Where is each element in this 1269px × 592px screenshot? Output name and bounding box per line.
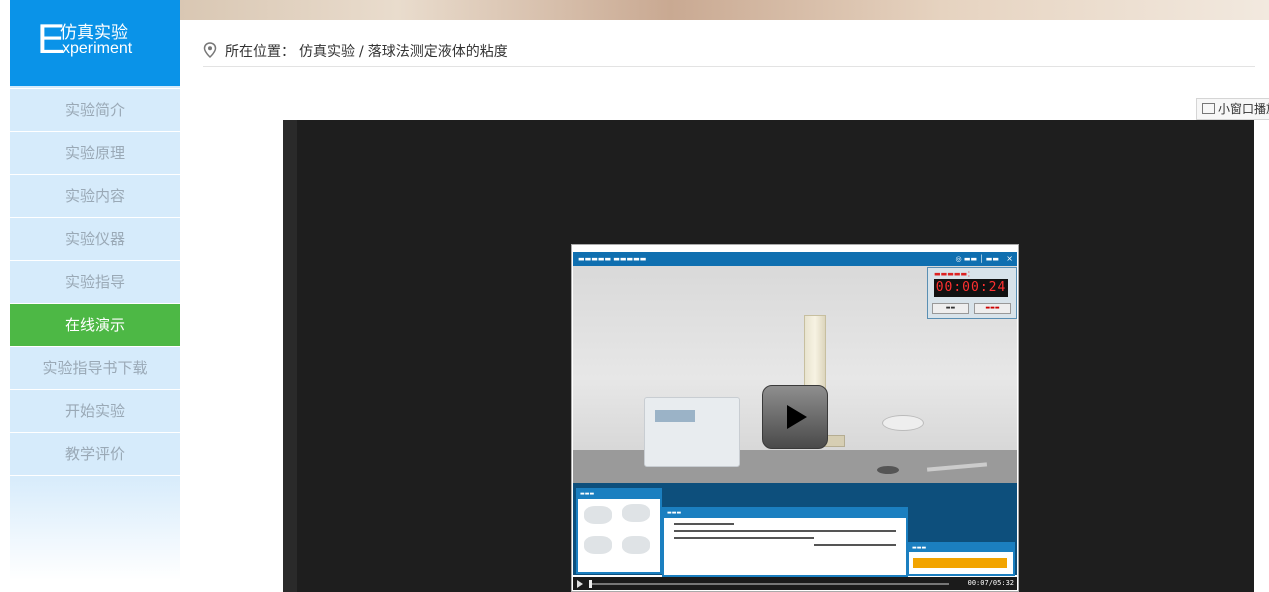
logo-title-en: xperiment [62,40,133,57]
breadcrumb-section-link[interactable]: 仿真实验 [299,44,355,60]
video-progress-track[interactable] [589,583,949,585]
prompt-text-line [814,544,896,546]
video-controls[interactable]: 00:07/05:32 [573,577,1017,590]
breadcrumb-text: 所在位置： 仿真实验 / 落球法测定液体的粘度 [225,41,512,61]
step-panel-header: ▬▬▬ [909,544,1013,552]
logo: E 仿真实验 xperiment [10,0,180,86]
sidebar-item-evaluation[interactable]: 教学评价 [10,433,180,476]
video-sim-equipment-panel: ▬▬▬ [576,488,662,574]
controller-screen [655,410,695,422]
sidebar-item-online-demo[interactable]: 在线演示 [10,304,180,347]
video-sim-prompt-panel: ▬▬▬ [662,507,908,577]
video-sim-timer: 00:00:24 [934,279,1008,297]
equipment-thumb [622,504,650,522]
video-sim-close-icon: × [1006,254,1013,263]
timer-right-button: ▬▬▬ [974,303,1011,314]
equipment-thumb [584,506,612,524]
video-progress-knob[interactable] [589,580,592,588]
equipment-panel-header: ▬▬▬ [578,490,660,499]
header-banner-image [180,0,1269,20]
sidebar-item-guide-download[interactable]: 实验指导书下载 [10,347,180,390]
video-sim-titlebar: ▬▬▬▬▬ ▬▬▬▬▬ ◎ ▬▬ │ ▬▬ × [573,252,1017,266]
video-sim-step-panel: ▬▬▬ [907,542,1015,576]
breadcrumb-separator: / [359,44,364,60]
player-left-edge [283,120,297,592]
step-panel-action-bar [913,558,1007,568]
video-play-button[interactable] [762,385,828,449]
mini-window-icon [1202,103,1215,114]
timer-label-graphic: ▬▬▬▬▬： [934,270,975,278]
sidebar-item-content[interactable]: 实验内容 [10,175,180,218]
prompt-panel-header: ▬▬▬ [664,509,906,518]
prompt-text-line [674,537,814,539]
sidebar: E 仿真实验 xperiment 实验简介 实验原理 实验内容 实验仪器 实验指… [10,0,180,592]
video-sim-title: ▬▬▬▬▬ ▬▬▬▬▬ [578,255,647,263]
video-instrument-dish [882,415,924,431]
video-elapsed: 00:07 [967,579,989,587]
video-player[interactable]: ▬▬▬▬▬ ▬▬▬▬▬ ◎ ▬▬ │ ▬▬ × ▬▬▬▬▬： 00:00:24 … [283,120,1254,592]
video-control-play-icon[interactable] [577,580,583,588]
sidebar-item-start-experiment[interactable]: 开始实验 [10,390,180,433]
sidebar-item-guide[interactable]: 实验指导 [10,261,180,304]
play-icon [787,405,807,429]
video-frame[interactable]: ▬▬▬▬▬ ▬▬▬▬▬ ◎ ▬▬ │ ▬▬ × ▬▬▬▬▬： 00:00:24 … [571,244,1019,592]
prompt-text-line [674,530,896,532]
timer-left-button: ▬▬ [932,303,969,314]
prompt-text-line [674,523,734,525]
location-pin-icon [203,42,217,58]
sidebar-item-intro[interactable]: 实验简介 [10,89,180,132]
sidebar-item-instruments[interactable]: 实验仪器 [10,218,180,261]
equipment-thumb [622,536,650,554]
video-sim-help-icon: ◎ ▬▬ │ ▬▬ [955,255,999,263]
sidebar-nav: 实验简介 实验原理 实验内容 实验仪器 实验指导 在线演示 实验指导书下载 开始… [10,88,180,476]
equipment-thumb [584,536,612,554]
breadcrumb: 所在位置： 仿真实验 / 落球法测定液体的粘度 [203,38,1255,67]
sidebar-item-principle[interactable]: 实验原理 [10,132,180,175]
mini-window-play-button[interactable]: 小窗口播放 [1196,98,1269,120]
video-instrument-controller [644,397,740,467]
mini-window-label: 小窗口播放 [1218,102,1269,116]
video-instrument-magnet [877,466,899,474]
video-total: 05:32 [992,579,1014,587]
breadcrumb-prefix: 所在位置： [225,44,295,60]
video-time: 00:07/05:32 [967,579,1014,587]
video-sim-timer-panel: ▬▬▬▬▬： 00:00:24 ▬▬ ▬▬▬ [927,267,1017,319]
breadcrumb-current-page: 落球法测定液体的粘度 [367,44,508,60]
